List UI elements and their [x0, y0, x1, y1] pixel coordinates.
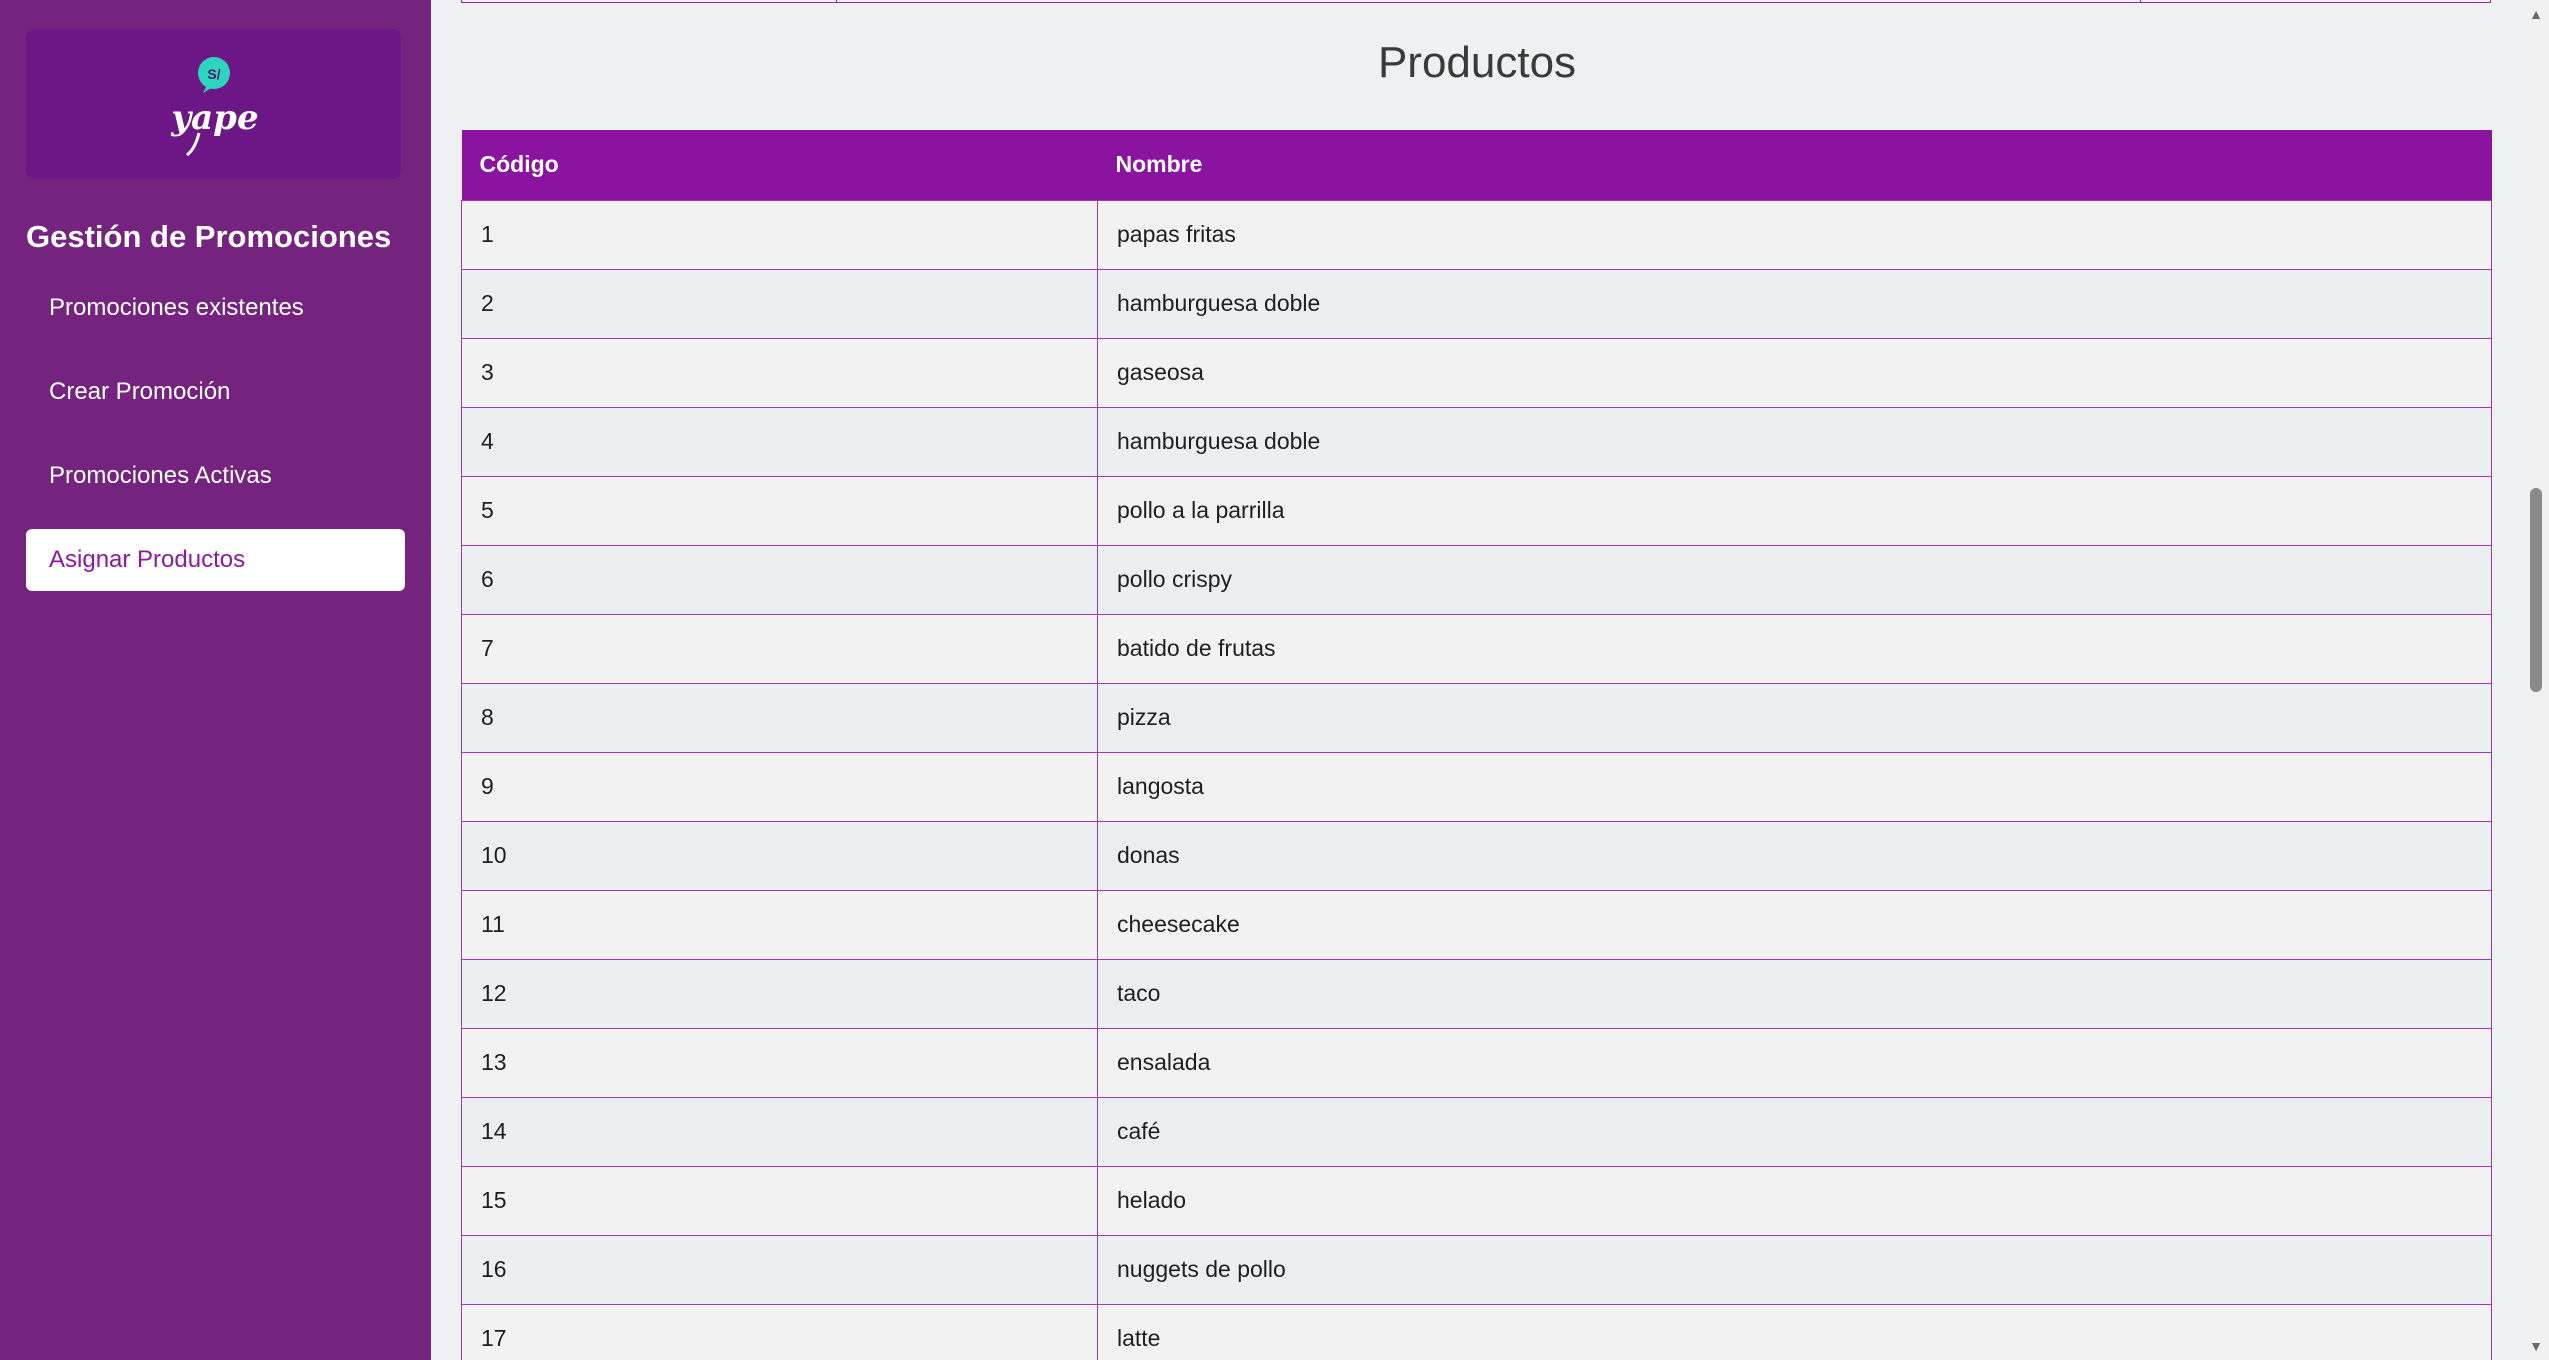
cell-codigo: 12 [461, 958, 1098, 1029]
table-body: 1 papas fritas 2 hamburguesa doble 3 gaseosa 4… [461, 199, 2492, 1360]
cell-nombre: helado [1097, 1165, 2492, 1236]
cell-nombre: pollo a la parrilla [1097, 475, 2492, 546]
previous-table-edge [461, 0, 2491, 3]
table-row: 5 pollo a la parrilla [461, 475, 2492, 546]
cell-codigo: 17 [461, 1303, 1098, 1360]
table-row: 16 nuggets de pollo [461, 1234, 2492, 1305]
cell-codigo: 11 [461, 889, 1098, 960]
cell-nombre: latte [1097, 1303, 2492, 1360]
table-row: 15 helado [461, 1165, 2492, 1236]
vertical-scrollbar[interactable]: ▲ ▼ [2523, 0, 2549, 1360]
cell-nombre: papas fritas [1097, 199, 2492, 270]
cell-codigo: 10 [461, 820, 1098, 891]
cell-codigo: 1 [461, 199, 1098, 270]
column-header-codigo[interactable]: Código [461, 130, 1098, 200]
cell-nombre: nuggets de pollo [1097, 1234, 2492, 1305]
cell-codigo: 15 [461, 1165, 1098, 1236]
table-row: 9 langosta [461, 751, 2492, 822]
main-content: Productos Código Nombre 1 papas fritas 2 ha… [431, 0, 2523, 1360]
cell-codigo: 5 [461, 475, 1098, 546]
scroll-up-arrow-icon[interactable]: ▲ [2523, 4, 2549, 24]
scroll-thumb[interactable] [2530, 488, 2542, 692]
cell-nombre: batido de frutas [1097, 613, 2492, 684]
yape-logo-icon: S/ yape [170, 57, 258, 157]
table-row: 6 pollo crispy [461, 544, 2492, 615]
sidebar-item-crear-promocion[interactable]: Crear Promoción [26, 361, 405, 423]
cell-codigo: 6 [461, 544, 1098, 615]
cell-nombre: pizza [1097, 682, 2492, 753]
table-row: 3 gaseosa [461, 337, 2492, 408]
cell-nombre: cheesecake [1097, 889, 2492, 960]
section-title: Productos [1377, 38, 1577, 87]
cell-codigo: 8 [461, 682, 1098, 753]
table-row: 12 taco [461, 958, 2492, 1029]
table-row: 11 cheesecake [461, 889, 2492, 960]
products-table: Código Nombre 1 papas fritas 2 hamburguesa … [461, 130, 2492, 1360]
cell-nombre: pollo crispy [1097, 544, 2492, 615]
sidebar: S/ yape Gestión de Promociones Promocion… [0, 0, 431, 1360]
cell-codigo: 3 [461, 337, 1098, 408]
svg-text:S/: S/ [207, 66, 220, 82]
sidebar-item-asignar-productos[interactable]: Asignar Productos [26, 529, 405, 591]
cell-nombre: langosta [1097, 751, 2492, 822]
cell-codigo: 2 [461, 268, 1098, 339]
cell-codigo: 7 [461, 613, 1098, 684]
logo-box[interactable]: S/ yape [26, 29, 401, 179]
cell-nombre: hamburguesa doble [1097, 268, 2492, 339]
table-header-row: Código Nombre [461, 130, 2492, 200]
table-row: 17 latte [461, 1303, 2492, 1360]
cell-nombre: café [1097, 1096, 2492, 1167]
sidebar-item-promociones-activas[interactable]: Promociones Activas [26, 445, 405, 507]
table-row: 4 hamburguesa doble [461, 406, 2492, 477]
cell-codigo: 9 [461, 751, 1098, 822]
sidebar-item-promociones-existentes[interactable]: Promociones existentes [26, 277, 405, 339]
sidebar-nav: Promociones existentes Crear Promoción P… [26, 277, 405, 591]
products-table-container: Código Nombre 1 papas fritas 2 hamburguesa … [461, 130, 2492, 1360]
table-row: 8 pizza [461, 682, 2492, 753]
cell-codigo: 16 [461, 1234, 1098, 1305]
logo-text: yape [170, 98, 258, 138]
cell-nombre: ensalada [1097, 1027, 2492, 1098]
sidebar-title: Gestión de Promociones [26, 219, 392, 254]
table-row: 10 donas [461, 820, 2492, 891]
column-header-nombre[interactable]: Nombre [1097, 130, 2492, 200]
cell-codigo: 14 [461, 1096, 1098, 1167]
table-row: 7 batido de frutas [461, 613, 2492, 684]
table-row: 2 hamburguesa doble [461, 268, 2492, 339]
table-row: 1 papas fritas [461, 199, 2492, 270]
cell-nombre: gaseosa [1097, 337, 2492, 408]
table-row: 13 ensalada [461, 1027, 2492, 1098]
scroll-down-arrow-icon[interactable]: ▼ [2523, 1336, 2549, 1356]
cell-nombre: taco [1097, 958, 2492, 1029]
cell-nombre: donas [1097, 820, 2492, 891]
cell-nombre: hamburguesa doble [1097, 406, 2492, 477]
cell-codigo: 4 [461, 406, 1098, 477]
cell-codigo: 13 [461, 1027, 1098, 1098]
table-row: 14 café [461, 1096, 2492, 1167]
